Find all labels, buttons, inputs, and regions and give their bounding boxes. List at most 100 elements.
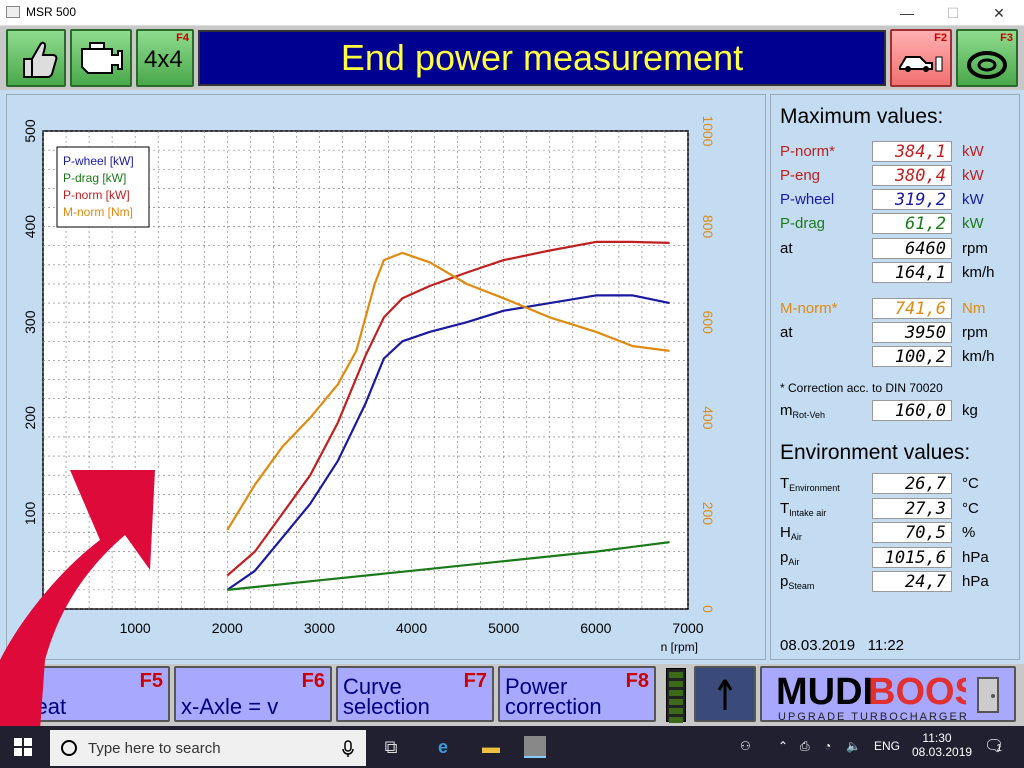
- taskbar-clock[interactable]: 11:30 08.03.2019: [912, 731, 972, 759]
- printer-icon[interactable]: ⎙: [800, 739, 810, 754]
- top-toolbar: F4 4x4 End power measurement F2 F3: [0, 26, 1024, 90]
- page-title: End power measurement: [198, 30, 886, 86]
- repeat-button[interactable]: F5 epeat: [4, 666, 170, 722]
- thumbs-up-button[interactable]: [6, 29, 66, 87]
- svg-text:MUDI: MUDI: [776, 671, 873, 713]
- y-left-tick-label: 200: [22, 406, 38, 430]
- x-axle-button[interactable]: F6 x-Axle = v: [174, 666, 332, 722]
- f3-key-label: F3: [1000, 32, 1013, 44]
- at-rpm-value: 6460: [872, 238, 952, 259]
- search-placeholder: Type here to search: [88, 740, 221, 757]
- exit-button[interactable]: MUDI BOOST UPGRADE TURBOCHARGERS: [760, 666, 1016, 722]
- window-title: MSR 500: [26, 5, 77, 19]
- p-drag-label: P-drag: [780, 215, 826, 232]
- windows-start-icon[interactable]: [14, 738, 32, 756]
- x-tick-label: 4000: [396, 620, 427, 636]
- row-at-rpm: at 6460 rpm: [780, 238, 1015, 260]
- at-label: at: [780, 240, 793, 257]
- arrow-up-button[interactable]: [694, 666, 756, 722]
- max-values-heading: Maximum values:: [780, 105, 944, 128]
- x-tick-label: 6000: [580, 620, 611, 636]
- p-norm-value: 384,1: [872, 141, 952, 162]
- y-left-tick-label: 400: [22, 215, 38, 239]
- row-h-air: HAir 70,5 %: [780, 522, 1015, 544]
- 4x4-label: 4x4: [144, 46, 183, 73]
- h-air-label: HAir: [780, 524, 802, 542]
- x-tick-label: 7000: [672, 620, 703, 636]
- power-chart: 1000 2000 3000 4000 5000 6000 7000100200300400…: [22, 115, 716, 654]
- x-tick-label: 1000: [120, 620, 151, 636]
- power-correction-button[interactable]: F8 Power correction: [498, 666, 656, 722]
- p-drag-unit: kW: [962, 215, 984, 232]
- show-hidden-icons-icon[interactable]: ⌃: [778, 739, 788, 753]
- t-env-label: TEnvironment: [780, 475, 840, 493]
- p-air-unit: hPa: [962, 549, 989, 566]
- file-explorer-icon[interactable]: ▬: [480, 736, 502, 758]
- wifi-icon[interactable]: ◔: [824, 739, 831, 753]
- kmh-unit: km/h: [962, 264, 995, 281]
- svg-text:BOOST: BOOST: [868, 671, 966, 713]
- row-t-env: TEnvironment 26,7 °C: [780, 473, 1015, 495]
- msr-app-taskbar-icon[interactable]: [524, 736, 546, 758]
- row-at2-rpm: at 3950 rpm: [780, 322, 1015, 344]
- function-key-bar: F5 epeat F6 x-Axle = v F7 Curve selectio…: [0, 664, 1024, 726]
- maximize-button[interactable]: ☐: [930, 0, 976, 26]
- taskbar-time: 11:30: [922, 731, 952, 745]
- m-norm-unit: Nm: [962, 300, 986, 317]
- m-norm-value: 741,6: [872, 298, 952, 319]
- language-indicator[interactable]: ENG: [874, 739, 900, 753]
- values-panel: Maximum values: P-norm* 384,1 kW P-eng 3…: [770, 94, 1020, 660]
- y-right-tick-label: 800: [700, 215, 716, 239]
- close-button[interactable]: ✕: [976, 0, 1022, 26]
- people-icon[interactable]: ⚇: [740, 739, 751, 753]
- m-norm-label: M-norm*: [780, 300, 838, 317]
- notification-icon[interactable]: 🗨1: [984, 736, 1004, 756]
- row-p-eng: P-eng 380,4 kW: [780, 165, 1015, 187]
- engine-button[interactable]: [70, 29, 132, 87]
- h-air-unit: %: [962, 524, 976, 541]
- microphone-icon[interactable]: [342, 740, 354, 758]
- row-p-wheel: P-wheel 319,2 kW: [780, 189, 1015, 211]
- f6-key-label: F6: [301, 670, 325, 692]
- p-drag-value: 61,2: [872, 213, 952, 234]
- measurement-datetime: 08.03.2019 11:22: [780, 637, 904, 654]
- row-at-speed: 164,1 km/h: [780, 262, 1015, 284]
- volume-icon[interactable]: 🔈: [846, 739, 861, 753]
- power-correction-label: Power correction: [505, 674, 602, 719]
- windows-taskbar: Type here to search ⧉ e ▬ ⚇ ⌃ ⎙ ◔ 🔈 ENG …: [0, 726, 1024, 768]
- minimize-button[interactable]: —: [884, 0, 930, 26]
- f2-button[interactable]: F2: [890, 29, 952, 87]
- y-right-tick-label: 400: [700, 406, 716, 430]
- edge-browser-icon[interactable]: e: [432, 736, 454, 758]
- row-p-air: pAir 1015,6 hPa: [780, 547, 1015, 569]
- 4x4-button[interactable]: F4 4x4: [136, 29, 194, 87]
- taskbar-search-input[interactable]: Type here to search: [50, 730, 366, 766]
- task-view-icon[interactable]: ⧉: [380, 736, 402, 758]
- t-intake-value: 27,3: [872, 498, 952, 519]
- rpm-unit-2: rpm: [962, 324, 988, 341]
- curve-selection-button[interactable]: F7 Curve selection: [336, 666, 494, 722]
- p-steam-unit: hPa: [962, 573, 989, 590]
- t-intake-unit: °C: [962, 500, 979, 517]
- row-p-steam: pSteam 24,7 hPa: [780, 571, 1015, 593]
- p-eng-value: 380,4: [872, 165, 952, 186]
- at2-label: at: [780, 324, 793, 341]
- chart-panel: 1000 2000 3000 4000 5000 6000 7000 100 200 300 400…: [6, 94, 766, 660]
- p-steam-value: 24,7: [872, 571, 952, 592]
- thumbs-up-icon: [23, 41, 58, 78]
- t-env-unit: °C: [962, 475, 979, 492]
- measurement-date: 08.03.2019: [780, 637, 856, 654]
- f8-key-label: F8: [625, 670, 649, 692]
- h-air-value: 70,5: [872, 522, 952, 543]
- environment-heading: Environment values:: [780, 441, 971, 464]
- p-norm-label: P-norm*: [780, 143, 836, 160]
- arrow-up-icon: [717, 679, 733, 710]
- x-axis-label: n [rpm]: [661, 640, 698, 654]
- y-left-tick-label: 300: [22, 310, 38, 334]
- window-titlebar: MSR 500 — ☐ ✕: [0, 0, 1024, 26]
- p-wheel-label: P-wheel: [780, 191, 835, 208]
- row-p-drag: P-drag 61,2 kW: [780, 213, 1015, 235]
- f3-button[interactable]: F3: [956, 29, 1018, 87]
- y-left-tick-label: 100: [22, 502, 38, 526]
- kmh-unit-2: km/h: [962, 348, 995, 365]
